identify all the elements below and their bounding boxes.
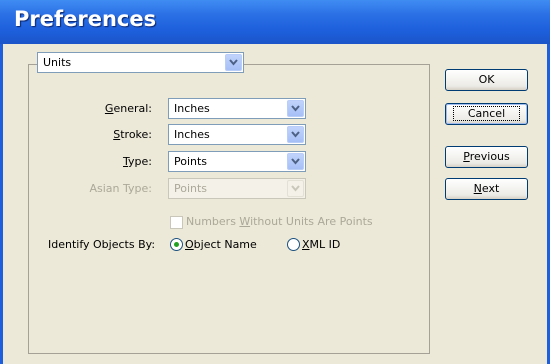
chevron-down-icon[interactable] bbox=[287, 100, 304, 117]
general-select-value: Inches bbox=[174, 102, 210, 115]
stroke-label: Stroke: bbox=[113, 128, 152, 141]
object-name-label[interactable]: Object Name bbox=[185, 238, 257, 251]
general-select[interactable]: Inches bbox=[168, 98, 306, 119]
asian-type-select-value: Points bbox=[174, 182, 208, 195]
asian-type-label: Asian Type: bbox=[89, 182, 153, 195]
xml-id-radio[interactable] bbox=[287, 238, 300, 251]
type-select[interactable]: Points bbox=[168, 151, 306, 172]
numbers-without-units-label: Numbers Without Units Are Points bbox=[186, 215, 373, 228]
chevron-down-icon[interactable] bbox=[287, 126, 304, 143]
previous-button[interactable]: Previous bbox=[445, 146, 528, 168]
xml-id-label[interactable]: XML ID bbox=[302, 238, 340, 251]
ok-button[interactable]: OK bbox=[445, 69, 528, 91]
general-label: General: bbox=[104, 102, 152, 115]
stroke-select-value: Inches bbox=[174, 128, 210, 141]
section-select-value: Units bbox=[43, 56, 72, 69]
identify-objects-label: Identify Objects By: bbox=[48, 238, 156, 251]
numbers-without-units-checkbox bbox=[170, 216, 183, 229]
type-label: Type: bbox=[123, 155, 152, 168]
chevron-down-icon[interactable] bbox=[287, 153, 304, 170]
asian-type-select: Points bbox=[168, 178, 306, 199]
title-bar[interactable]: Preferences bbox=[0, 0, 550, 44]
window-title: Preferences bbox=[14, 7, 157, 31]
cancel-button[interactable]: Cancel bbox=[445, 103, 528, 125]
chevron-down-icon[interactable] bbox=[225, 54, 242, 71]
chevron-down-icon bbox=[287, 180, 304, 197]
type-select-value: Points bbox=[174, 155, 208, 168]
stroke-select[interactable]: Inches bbox=[168, 124, 306, 145]
object-name-radio[interactable] bbox=[170, 238, 183, 251]
radio-selected-dot bbox=[174, 242, 179, 247]
section-select[interactable]: Units bbox=[37, 52, 244, 73]
next-button[interactable]: Next bbox=[445, 178, 528, 200]
